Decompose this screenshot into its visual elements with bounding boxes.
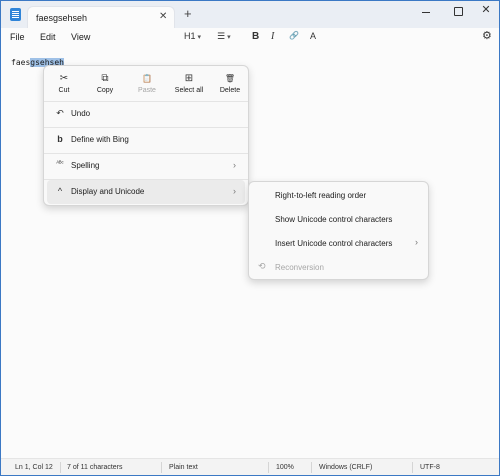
notepad-app-icon: [10, 8, 21, 21]
bold-button[interactable]: B: [252, 31, 259, 42]
menu-item-reconversion[interactable]: ⟲ Reconversion: [252, 256, 426, 278]
menu-item-label: Display and Unicode: [71, 187, 145, 196]
link-icon[interactable]: 🔗: [289, 31, 299, 40]
menu-item-label: Insert Unicode control characters: [275, 239, 393, 248]
chevron-down-icon: ▾: [227, 34, 231, 41]
new-tab-button[interactable]: +: [184, 7, 192, 20]
display-unicode-icon: ^: [57, 186, 63, 196]
menu-item-insert-unicode-control[interactable]: Insert Unicode control characters ›: [252, 232, 426, 254]
menu-view[interactable]: View: [71, 32, 90, 42]
menu-item-rtl-reading-order[interactable]: Right-to-left reading order: [252, 184, 426, 206]
menu-item-label: Reconversion: [275, 263, 324, 272]
menu-item-label: Right-to-left reading order: [275, 191, 367, 200]
status-divider: [311, 462, 312, 473]
menu-item-label: Spelling: [71, 161, 100, 170]
zoom-level[interactable]: 100%: [276, 464, 294, 471]
status-divider: [412, 462, 413, 473]
status-divider: [161, 462, 162, 473]
spelling-icon: ᴬᴮᶜ: [56, 161, 64, 167]
chevron-down-icon: ▾: [197, 34, 202, 41]
list-dropdown[interactable]: ☰ ▾: [217, 31, 231, 42]
selection-count: 7 of 11 characters: [67, 464, 123, 471]
cut-button[interactable]: ✂ Cut: [46, 72, 82, 100]
delete-label: Delete: [219, 87, 241, 94]
menu-item-display-and-unicode[interactable]: ^ Display and Unicode ›: [47, 180, 245, 204]
title-bar: faesgsehseh ✕ + ✕: [1, 1, 499, 28]
cursor-position: Ln 1, Col 12: [15, 464, 53, 471]
copy-label: Copy: [96, 87, 114, 94]
settings-gear-icon[interactable]: ⚙: [482, 29, 492, 42]
clear-formatting-icon[interactable]: A: [310, 31, 316, 41]
menu-item-define-with-bing[interactable]: b Define with Bing: [47, 128, 245, 152]
text-unselected: faes: [11, 58, 31, 67]
menu-item-undo[interactable]: ↶ Undo: [47, 102, 245, 126]
menu-edit[interactable]: Edit: [40, 32, 56, 42]
select-all-icon: ⊞: [184, 73, 194, 84]
menu-item-spelling[interactable]: ᴬᴮᶜ Spelling ›: [47, 154, 245, 178]
undo-icon: ↶: [56, 108, 64, 118]
delete-button[interactable]: 🗑 Delete: [212, 72, 248, 100]
select-all-label: Select all: [174, 87, 204, 94]
copy-button[interactable]: ⧉ Copy: [87, 72, 123, 100]
tab-title: faesgsehseh: [36, 13, 88, 23]
bing-icon: b: [57, 134, 63, 144]
menu-file[interactable]: File: [10, 32, 25, 42]
display-unicode-submenu: Right-to-left reading order Show Unicode…: [248, 181, 429, 280]
tab-close-icon[interactable]: ✕: [159, 11, 167, 22]
line-ending[interactable]: Windows (CRLF): [319, 464, 372, 471]
close-window-button[interactable]: ✕: [478, 3, 494, 17]
italic-button[interactable]: I: [271, 31, 274, 42]
text-format[interactable]: Plain text: [169, 464, 198, 471]
status-divider: [60, 462, 61, 473]
chevron-right-icon: ›: [233, 160, 236, 170]
list-icon: ☰: [217, 31, 226, 41]
notepad-window: faesgsehseh ✕ + ✕ File Edit View H1 ▾ ☰ ▾ …: [0, 0, 500, 476]
status-divider: [268, 462, 269, 473]
context-menu: ✂ Cut ⧉ Copy 📋 Paste ⊞ Select all 🗑 Dele…: [43, 65, 249, 206]
menu-item-label: Define with Bing: [71, 135, 129, 144]
maximize-button[interactable]: [450, 5, 466, 19]
encoding[interactable]: UTF-8: [420, 464, 440, 471]
minimize-button[interactable]: [418, 5, 434, 19]
cut-label: Cut: [58, 87, 70, 94]
paste-label: Paste: [138, 87, 156, 94]
menu-item-show-unicode-control[interactable]: Show Unicode control characters: [252, 208, 426, 230]
tab-document[interactable]: faesgsehseh ✕: [27, 6, 175, 28]
menu-item-label: Undo: [71, 109, 91, 118]
reconversion-icon: ⟲: [258, 261, 266, 271]
chevron-right-icon: ›: [415, 237, 418, 247]
copy-icon: ⧉: [101, 73, 109, 84]
clipboard-icon: 📋: [142, 74, 152, 83]
menu-bar: File Edit View H1 ▾ ☰ ▾ B I 🔗 A ⚙: [1, 28, 499, 47]
status-bar: Ln 1, Col 12 7 of 11 characters Plain te…: [1, 458, 499, 475]
trash-icon: 🗑: [224, 74, 236, 83]
chevron-right-icon: ›: [233, 186, 236, 196]
heading-label: H1: [184, 31, 196, 41]
scissors-icon: ✂: [59, 73, 69, 84]
menu-item-label: Show Unicode control characters: [275, 215, 393, 224]
select-all-button[interactable]: ⊞ Select all: [169, 72, 209, 100]
paste-button[interactable]: 📋 Paste: [129, 72, 165, 100]
heading-dropdown[interactable]: H1 ▾: [184, 31, 201, 41]
